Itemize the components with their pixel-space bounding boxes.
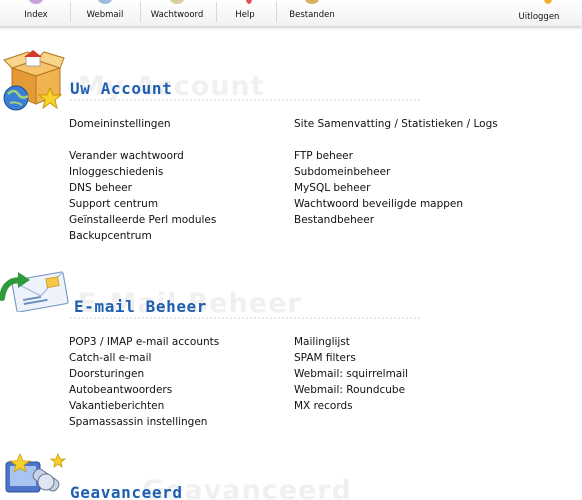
link-mx-records[interactable]: MX records bbox=[294, 398, 408, 414]
link-inloggeschiedenis[interactable]: Inloggeschiedenis bbox=[69, 164, 216, 180]
link-site-samenvatting[interactable]: Site Samenvatting / Statistieken / Logs bbox=[294, 116, 498, 132]
link-autobeantwoorders[interactable]: Autobeantwoorders bbox=[69, 382, 219, 398]
toolbar-wachtwoord[interactable]: Wachtwoord bbox=[144, 0, 210, 26]
link-vakantieberichten[interactable]: Vakantieberichten bbox=[69, 398, 219, 414]
toolbar-uitloggen[interactable]: Uitloggen bbox=[512, 0, 566, 26]
toolbar-separator bbox=[276, 2, 277, 22]
link-doorsturingen[interactable]: Doorsturingen bbox=[69, 366, 219, 382]
section-divider bbox=[70, 317, 420, 319]
link-bestandbeheer[interactable]: Bestandbeheer bbox=[294, 212, 498, 228]
toolbar-help[interactable]: Help bbox=[228, 0, 262, 26]
section-title-uw-account: Uw Account bbox=[70, 79, 173, 98]
help-icon bbox=[246, 0, 252, 4]
link-spam-filters[interactable]: SPAM filters bbox=[294, 350, 408, 366]
link-beveiligde-mappen[interactable]: Wachtwoord beveiligde mappen bbox=[294, 196, 498, 212]
toolbar-separator bbox=[140, 2, 141, 22]
section-title-geavanceerd: Geavanceerd bbox=[70, 483, 183, 500]
link-mysql-beheer[interactable]: MySQL beheer bbox=[294, 180, 498, 196]
section-email-beheer: E-Mail Beheer E-mail Beheer POP3 / IMAP … bbox=[0, 266, 582, 436]
link-verander-wachtwoord[interactable]: Verander wachtwoord bbox=[69, 148, 216, 164]
link-domeininstellingen[interactable]: Domeininstellingen bbox=[69, 116, 216, 132]
link-spamassassin[interactable]: Spamassassin instellingen bbox=[69, 414, 219, 430]
toolbar-webmail-label: Webmail bbox=[86, 10, 124, 20]
link-catch-all[interactable]: Catch-all e-mail bbox=[69, 350, 219, 366]
home-icon bbox=[29, 0, 43, 4]
link-perl-modules[interactable]: Geïnstalleerde Perl modules bbox=[69, 212, 216, 228]
toolbar-separator bbox=[70, 2, 71, 22]
toolbar-uitloggen-label: Uitloggen bbox=[518, 12, 560, 22]
toolbar-help-label: Help bbox=[235, 10, 255, 20]
toolbar-bestanden[interactable]: Bestanden bbox=[284, 0, 340, 26]
logout-icon bbox=[544, 0, 552, 4]
section-geavanceerd: Geavanceerd Geavanceerd bbox=[0, 444, 582, 500]
toolbar-wachtwoord-label: Wachtwoord bbox=[150, 10, 204, 20]
top-toolbar: Index Webmail Wachtwoord Help Bestanden … bbox=[0, 0, 582, 27]
toolbar-bestanden-label: Bestanden bbox=[289, 10, 335, 20]
section-title-email-beheer: E-mail Beheer bbox=[74, 297, 208, 316]
account-box-globe-star-icon bbox=[3, 50, 65, 111]
link-dns-beheer[interactable]: DNS beheer bbox=[69, 180, 216, 196]
link-webmail-squirrelmail[interactable]: Webmail: squirrelmail bbox=[294, 366, 408, 382]
email-right-links: Mailinglijst SPAM filters Webmail: squir… bbox=[294, 334, 408, 414]
email-left-links: POP3 / IMAP e-mail accounts Catch-all e-… bbox=[69, 334, 219, 430]
section-divider bbox=[70, 99, 420, 101]
key-icon bbox=[170, 0, 184, 4]
link-backupcentrum[interactable]: Backupcentrum bbox=[69, 228, 216, 244]
account-right-links: Site Samenvatting / Statistieken / Logs … bbox=[294, 116, 498, 228]
advanced-tools-icon bbox=[5, 452, 67, 493]
link-webmail-roundcube[interactable]: Webmail: Roundcube bbox=[294, 382, 408, 398]
toolbar-index-label: Index bbox=[24, 10, 48, 20]
mail-icon bbox=[98, 0, 112, 4]
toolbar-separator bbox=[216, 2, 217, 22]
link-pop3-imap-accounts[interactable]: POP3 / IMAP e-mail accounts bbox=[69, 334, 219, 350]
link-mailinglijst[interactable]: Mailinglijst bbox=[294, 334, 408, 350]
email-envelope-arrow-icon bbox=[0, 271, 69, 312]
section-uw-account: My Account Uw Account Domeininstellingen… bbox=[0, 44, 582, 254]
folder-icon bbox=[305, 0, 319, 4]
toolbar-index[interactable]: Index bbox=[14, 0, 58, 26]
link-support-centrum[interactable]: Support centrum bbox=[69, 196, 216, 212]
link-ftp-beheer[interactable]: FTP beheer bbox=[294, 148, 498, 164]
toolbar-webmail[interactable]: Webmail bbox=[78, 0, 132, 26]
link-subdomeinbeheer[interactable]: Subdomeinbeheer bbox=[294, 164, 498, 180]
account-left-links: Domeininstellingen Verander wachtwoord I… bbox=[69, 116, 216, 244]
